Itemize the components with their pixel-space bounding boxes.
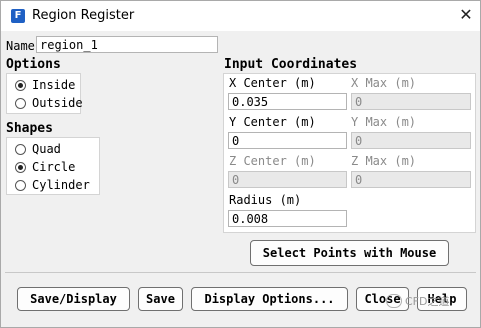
name-input[interactable]: region_1 [36, 36, 218, 53]
save-button[interactable]: Save [138, 287, 183, 311]
x-max-input: 0 [351, 93, 471, 110]
option-inside-label: Inside [32, 78, 76, 92]
radius-input[interactable]: 0.008 [228, 210, 347, 227]
window-title: Region Register [32, 8, 135, 23]
shapes-group: Quad Circle Cylinder [6, 137, 100, 195]
watermark-text: CFD之道 [405, 295, 450, 308]
z-max-label: Z Max (m) [351, 154, 417, 168]
watermark: CFD之道 [386, 290, 466, 312]
x-max-label: X Max (m) [351, 76, 417, 90]
footer-separator [5, 272, 476, 273]
radius-label: Radius (m) [229, 193, 302, 207]
radio-cylinder[interactable] [15, 179, 26, 191]
region-register-dialog: F Region Register ✕ Name region_1 Option… [0, 0, 481, 328]
save-display-button[interactable]: Save/Display [17, 287, 130, 311]
y-center-label: Y Center (m) [229, 115, 316, 129]
options-group: Inside Outside [6, 73, 83, 114]
x-center-input[interactable]: 0.035 [228, 93, 347, 110]
shape-quad-label: Quad [32, 142, 61, 156]
option-outside-label: Outside [32, 96, 83, 110]
close-window-icon[interactable]: ✕ [457, 5, 475, 25]
radio-quad[interactable] [15, 143, 26, 155]
radio-circle[interactable] [15, 161, 26, 173]
shape-cylinder-label: Cylinder [32, 178, 90, 192]
shape-quad[interactable]: Quad [15, 141, 61, 157]
shape-cylinder[interactable]: Cylinder [15, 177, 90, 193]
options-heading: Options [6, 57, 61, 72]
x-center-label: X Center (m) [229, 76, 316, 90]
y-max-label: Y Max (m) [351, 115, 417, 129]
fluent-app-icon: F [11, 9, 25, 23]
display-options-button[interactable]: Display Options... [191, 287, 348, 311]
wechat-icon [386, 294, 402, 308]
shape-circle-label: Circle [32, 160, 76, 174]
shape-circle[interactable]: Circle [15, 159, 75, 175]
y-center-input[interactable]: 0 [228, 132, 347, 149]
title-bar: F Region Register ✕ [1, 1, 480, 31]
input-coordinates-heading: Input Coordinates [224, 57, 358, 72]
select-points-button[interactable]: Select Points with Mouse [250, 240, 449, 266]
radio-inside[interactable] [15, 79, 26, 91]
y-max-input: 0 [351, 132, 471, 149]
shapes-heading: Shapes [6, 121, 53, 136]
option-outside[interactable]: Outside [15, 95, 83, 111]
z-center-input: 0 [228, 171, 347, 188]
z-max-input: 0 [351, 171, 471, 188]
name-label: Name [6, 39, 35, 53]
option-inside[interactable]: Inside [15, 77, 75, 93]
z-center-label: Z Center (m) [229, 154, 316, 168]
radio-outside[interactable] [15, 97, 26, 109]
